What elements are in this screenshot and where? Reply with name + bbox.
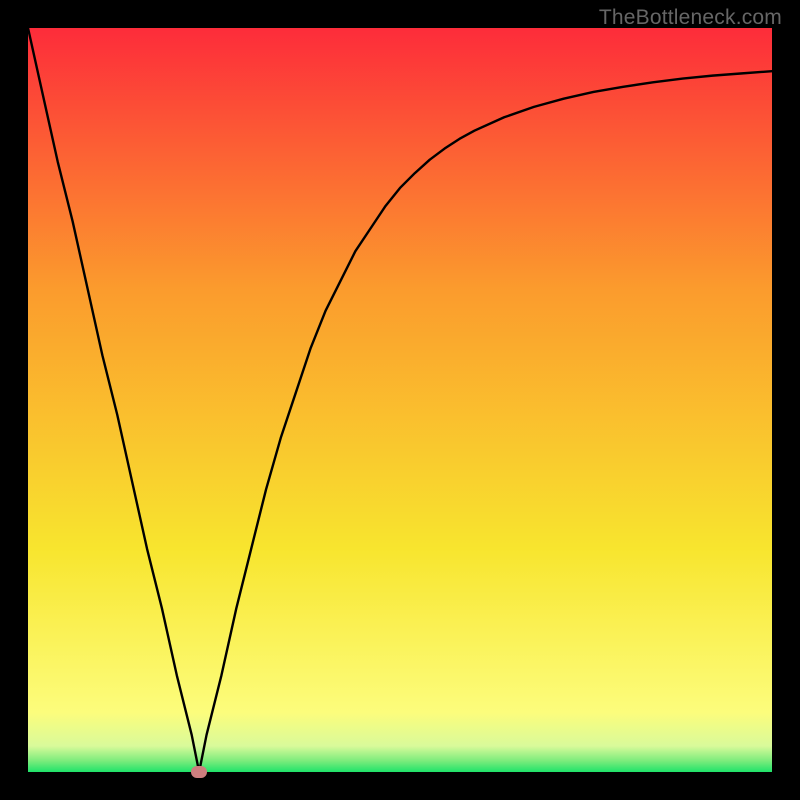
chart-frame: TheBottleneck.com bbox=[0, 0, 800, 800]
watermark-text: TheBottleneck.com bbox=[599, 6, 782, 30]
optimal-point-marker bbox=[191, 766, 207, 778]
plot-area bbox=[28, 28, 772, 772]
bottleneck-curve bbox=[28, 28, 772, 772]
